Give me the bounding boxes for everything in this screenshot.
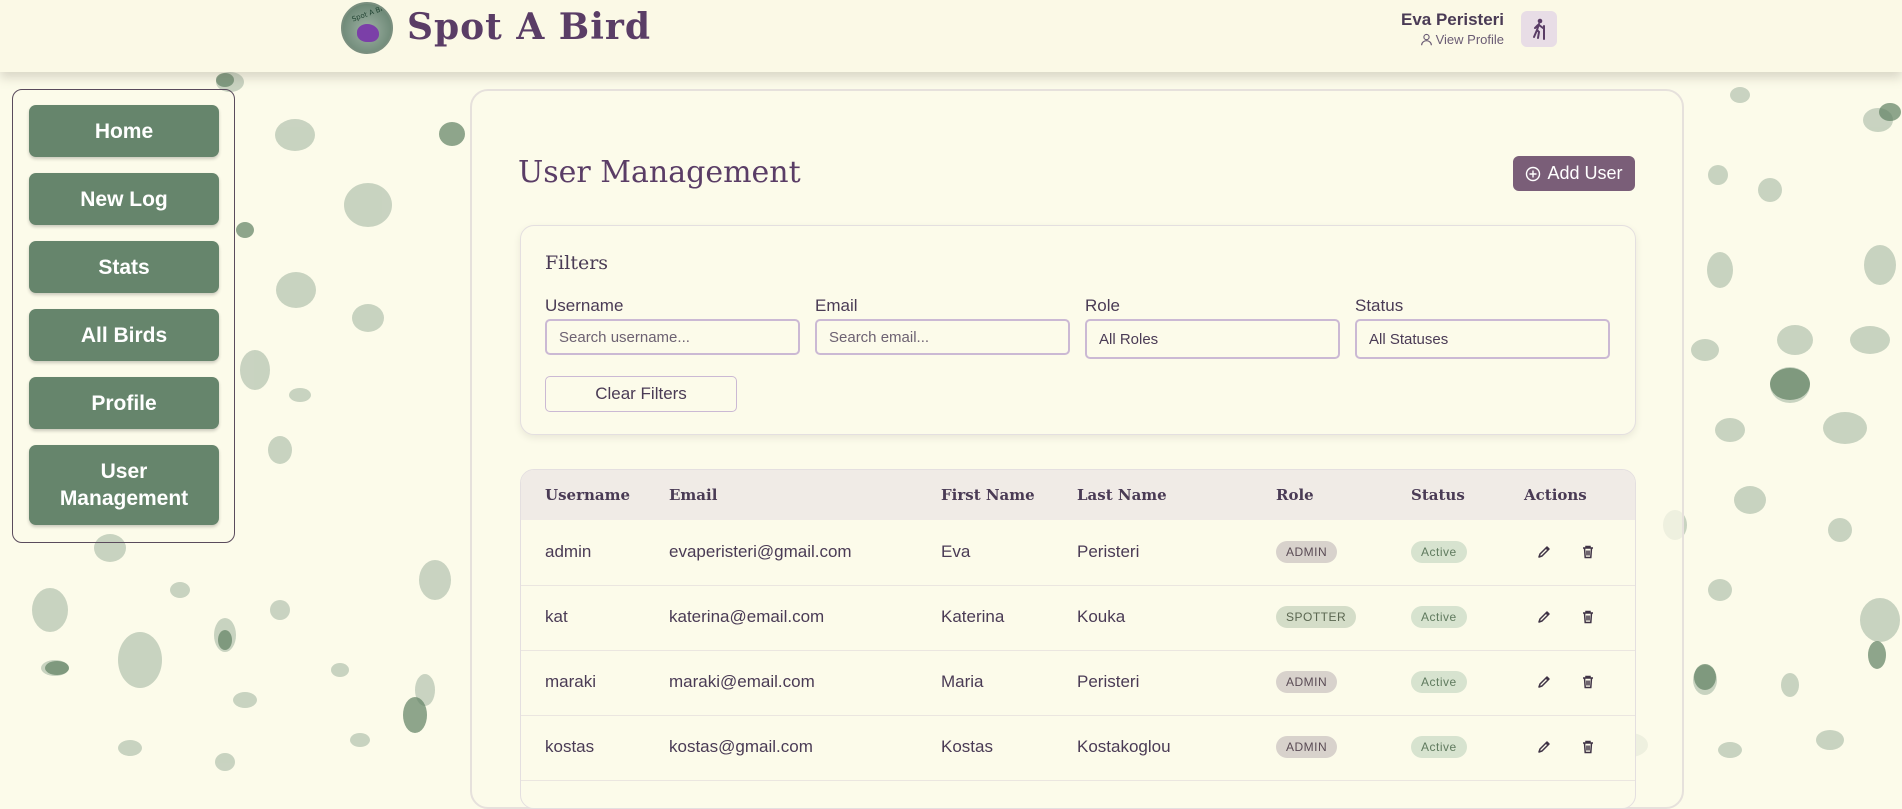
cell-email: maraki@email.com <box>669 672 815 691</box>
table-row[interactable]: kostas kostas@gmail.com Kostas Kostakogl… <box>521 715 1635 781</box>
col-email[interactable]: Email <box>669 486 717 504</box>
person-icon <box>1420 33 1432 46</box>
cell-first-name: Kostas <box>941 737 993 756</box>
cell-email: evaperisteri@gmail.com <box>669 542 852 561</box>
plus-circle-icon <box>1526 166 1541 181</box>
main-panel: User Management Add User Filters Usernam… <box>470 89 1684 809</box>
status-badge: Active <box>1411 606 1467 628</box>
app-logo[interactable]: Spot A Bird <box>341 2 393 54</box>
edit-pencil-icon[interactable] <box>1534 542 1554 562</box>
sidebar-item-home[interactable]: Home <box>29 105 219 157</box>
col-status[interactable]: Status <box>1411 486 1465 504</box>
cell-email: kostas@gmail.com <box>669 737 813 756</box>
role-badge: ADMIN <box>1276 671 1338 693</box>
add-user-label: Add User <box>1547 163 1623 183</box>
col-first-name[interactable]: First Name <box>941 486 1035 504</box>
cell-first-name: Eva <box>941 542 971 561</box>
add-user-button[interactable]: Add User <box>1513 156 1635 191</box>
edit-pencil-icon[interactable] <box>1534 672 1554 692</box>
sidebar-nav: Home New Log Stats All Birds Profile Use… <box>12 89 235 543</box>
view-profile-link[interactable]: View Profile <box>1420 32 1504 47</box>
app-header: Spot A Bird Spot A Bird Eva Peristeri Vi… <box>0 0 1902 72</box>
role-select[interactable]: All Roles <box>1085 319 1340 359</box>
edit-pencil-icon[interactable] <box>1534 607 1554 627</box>
col-actions: Actions <box>1524 486 1587 504</box>
hiker-button[interactable] <box>1521 11 1557 47</box>
table-header: Username Email First Name Last Name Role… <box>521 470 1635 520</box>
delete-trash-icon[interactable] <box>1578 607 1598 627</box>
cell-username: kostas <box>545 737 595 756</box>
col-username[interactable]: Username <box>545 486 630 504</box>
username-search-input[interactable]: Search username... <box>545 319 800 355</box>
status-filter-label: Status <box>1355 296 1404 315</box>
email-search-input[interactable]: Search email... <box>815 319 1070 355</box>
user-name: Eva Peristeri <box>1400 10 1504 29</box>
status-badge: Active <box>1411 541 1467 563</box>
email-filter-label: Email <box>815 296 858 315</box>
sidebar-item-user-management[interactable]: User Management <box>29 445 219 525</box>
users-table: Username Email First Name Last Name Role… <box>520 469 1636 809</box>
filters-title: Filters <box>545 252 609 274</box>
cell-email: katerina@email.com <box>669 607 825 626</box>
sidebar-item-new-log[interactable]: New Log <box>29 173 219 225</box>
app-title[interactable]: Spot A Bird <box>407 6 651 48</box>
delete-trash-icon[interactable] <box>1578 672 1598 692</box>
cell-last-name: Peristeri <box>1077 672 1140 691</box>
sidebar-item-profile[interactable]: Profile <box>29 377 219 429</box>
role-badge: SPOTTER <box>1276 606 1357 628</box>
bird-icon <box>357 24 379 42</box>
delete-trash-icon[interactable] <box>1578 737 1598 757</box>
edit-pencil-icon[interactable] <box>1534 737 1554 757</box>
clear-filters-button[interactable]: Clear Filters <box>545 376 737 412</box>
cell-last-name: Kostakoglou <box>1077 737 1171 756</box>
col-last-name[interactable]: Last Name <box>1077 486 1167 504</box>
cell-username: admin <box>545 542 592 561</box>
status-select[interactable]: All Statuses <box>1355 319 1610 359</box>
table-row[interactable]: maraki maraki@email.com Maria Peristeri … <box>521 650 1635 716</box>
table-row[interactable]: kat katerina@email.com Katerina Kouka SP… <box>521 585 1635 651</box>
sidebar-item-all-birds[interactable]: All Birds <box>29 309 219 361</box>
cell-last-name: Peristeri <box>1077 542 1140 561</box>
cell-first-name: Katerina <box>941 607 1005 626</box>
hiker-icon <box>1533 18 1545 40</box>
table-row[interactable]: admin evaperisteri@gmail.com Eva Periste… <box>521 520 1635 586</box>
role-badge: ADMIN <box>1276 541 1338 563</box>
col-role[interactable]: Role <box>1276 486 1314 504</box>
view-profile-label: View Profile <box>1435 32 1504 47</box>
status-badge: Active <box>1411 671 1467 693</box>
role-badge: ADMIN <box>1276 736 1338 758</box>
role-filter-label: Role <box>1085 296 1120 315</box>
cell-first-name: Maria <box>941 672 984 691</box>
username-filter-label: Username <box>545 296 624 315</box>
delete-trash-icon[interactable] <box>1578 542 1598 562</box>
cell-username: kat <box>545 607 568 626</box>
cell-last-name: Kouka <box>1077 607 1126 626</box>
logo-text: Spot A Bird <box>350 2 391 24</box>
sidebar-item-stats[interactable]: Stats <box>29 241 219 293</box>
page-title: User Management <box>518 155 801 190</box>
status-badge: Active <box>1411 736 1467 758</box>
filters-card: Filters Username Email Role Status Searc… <box>520 225 1636 435</box>
cell-username: maraki <box>545 672 597 691</box>
